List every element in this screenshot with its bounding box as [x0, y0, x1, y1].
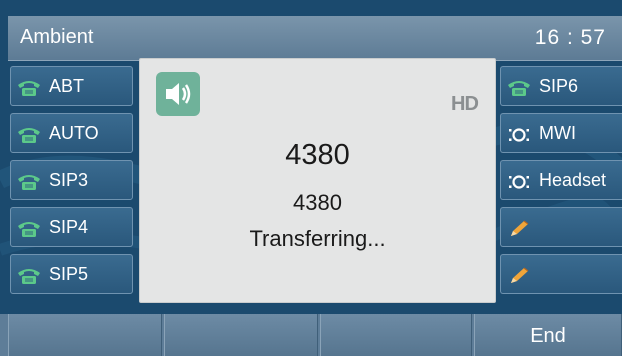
phone-icon — [18, 269, 40, 284]
line-key-headset[interactable]: Headset — [500, 160, 622, 200]
call-status: Transferring... — [249, 226, 386, 251]
voicemail-icon — [509, 128, 529, 142]
softkey-3[interactable] — [320, 314, 472, 356]
pencil-icon — [511, 267, 529, 283]
end-button[interactable]: End — [474, 314, 622, 356]
phone-icon — [18, 175, 40, 190]
softkey-1[interactable] — [8, 314, 162, 356]
line-key-label: SIP6 — [539, 76, 579, 96]
clock: 16 : 57 — [534, 26, 606, 49]
line-key-label: ABT — [49, 76, 85, 96]
title-bar: Ambient 16 : 57 — [8, 16, 622, 61]
phone-icon — [18, 222, 40, 237]
line-key-label: SIP4 — [49, 217, 89, 237]
line-key-auto[interactable]: AUTO — [10, 113, 133, 153]
line-key-sip3[interactable]: SIP3 — [10, 160, 133, 200]
caller-id: 4380 — [293, 190, 342, 215]
hd-badge: HD — [451, 93, 479, 115]
line-key-label: SIP5 — [49, 264, 89, 284]
phone-screen: Ambient 16 : 57 ABT AUTO SIP3 SIP4 SIP5 … — [0, 0, 622, 356]
voicemail-icon — [509, 175, 529, 189]
line-key-edit-2[interactable] — [500, 254, 622, 294]
pencil-icon — [511, 220, 529, 236]
line-key-abt[interactable]: ABT — [10, 66, 133, 106]
line-key-label: AUTO — [49, 123, 99, 143]
account-title: Ambient — [20, 26, 94, 48]
line-key-label: Headset — [539, 170, 607, 190]
softkey-2[interactable] — [164, 314, 318, 356]
speaker-icon — [156, 72, 200, 116]
line-key-label: SIP3 — [49, 170, 89, 190]
line-key-sip4[interactable]: SIP4 — [10, 207, 133, 247]
phone-icon — [18, 81, 40, 96]
line-key-sip5[interactable]: SIP5 — [10, 254, 133, 294]
phone-icon — [18, 128, 40, 143]
line-key-sip6[interactable]: SIP6 — [500, 66, 622, 106]
phone-icon — [508, 81, 530, 96]
line-key-mwi[interactable]: MWI — [500, 113, 622, 153]
line-key-edit-1[interactable] — [500, 207, 622, 247]
call-number: 4380 — [285, 139, 350, 171]
call-panel: HD 4380 4380 Transferring... — [139, 58, 496, 303]
line-key-label: MWI — [539, 123, 576, 143]
softkey-bar: End — [0, 314, 622, 356]
